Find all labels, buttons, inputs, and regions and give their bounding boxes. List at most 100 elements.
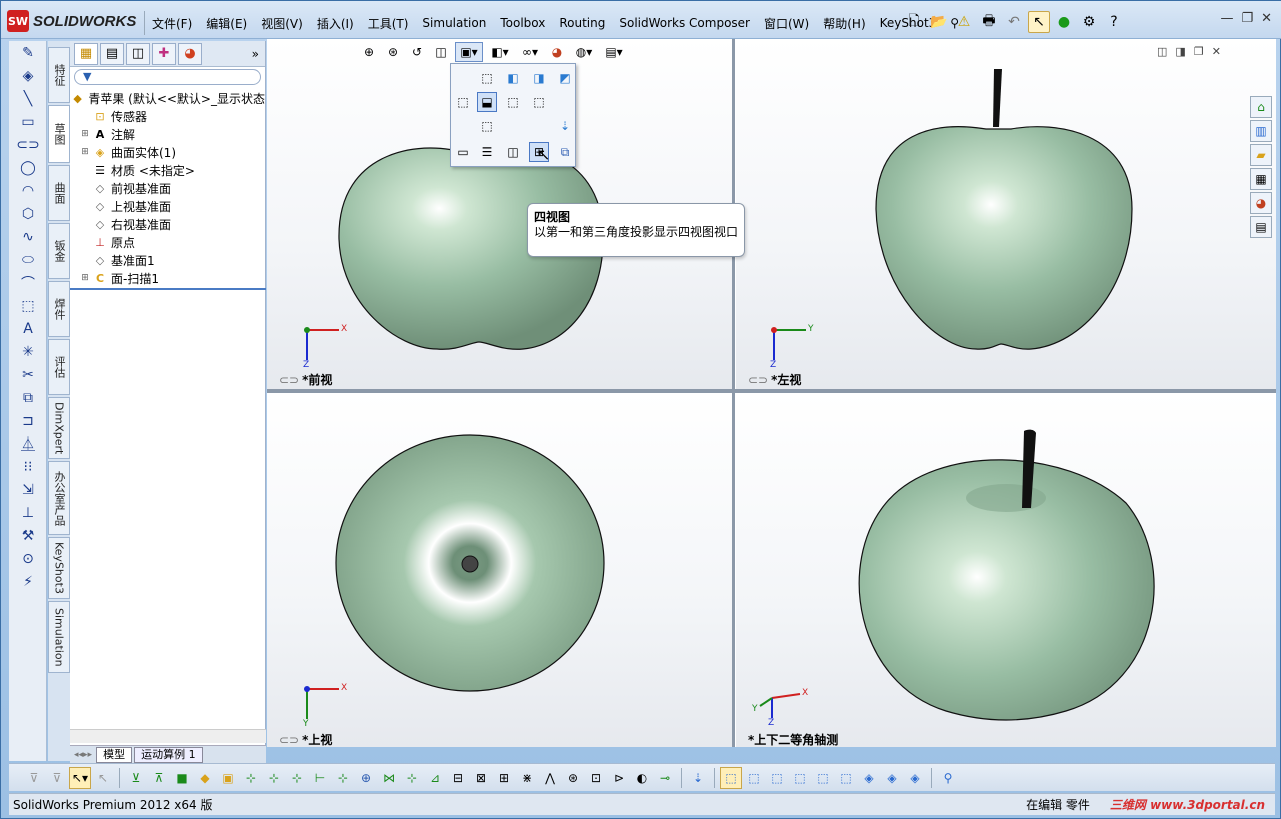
menu-tools[interactable]: 工具(T) [361, 15, 416, 32]
text-icon[interactable]: A [13, 318, 43, 340]
quick-snaps-icon[interactable]: ⊙ [13, 548, 43, 570]
menu-view[interactable]: 视图(V) [254, 15, 310, 32]
menu-toolbox[interactable]: Toolbox [493, 16, 552, 30]
display-style-icon[interactable]: ◧▾ [487, 42, 513, 62]
appearances-icon[interactable]: ◕ [1250, 192, 1272, 214]
line-icon[interactable]: ╲ [13, 88, 43, 110]
property-manager-tab-icon[interactable]: ▤ [100, 42, 124, 65]
tab-sheet-metal[interactable]: 钣金 [48, 223, 70, 279]
menu-file[interactable]: 文件(F) [145, 15, 199, 32]
filter-gtol-icon[interactable]: ⊿ [424, 767, 446, 789]
filter-toggle-icon[interactable]: ⊽ [46, 767, 68, 789]
filter-datum-targets-icon[interactable]: ⊛ [562, 767, 584, 789]
solidworks-resources-icon[interactable]: ⌂ [1250, 96, 1272, 118]
tree-item-annotations[interactable]: ⊞ A 注解 [70, 125, 265, 143]
open-folder-icon[interactable]: 📂 [928, 11, 950, 33]
expand-icon[interactable]: ⊞ [80, 147, 90, 157]
section-view-icon[interactable]: ◫ [431, 42, 451, 62]
viewport-left[interactable]: Y Z ⊂⊃ *左视 [736, 39, 1276, 389]
new-document-icon[interactable]: 🗋 [903, 11, 925, 33]
feature-filter[interactable]: ▼ [74, 69, 261, 85]
tab-sketch[interactable]: 草图 [48, 105, 70, 163]
move-entities-icon[interactable]: ⇲ [13, 479, 43, 501]
tab-evaluate[interactable]: 评估 [48, 339, 70, 395]
single-view-icon[interactable]: ▭ [453, 142, 473, 162]
zoom-to-area-icon[interactable]: ⊛ [383, 42, 403, 62]
graphics-area[interactable]: X Z ⊂⊃ *前视 Y Z ⊂⊃ *左视 X Y ⊂⊃ *上视 X Z Y *… [267, 39, 1276, 747]
previous-view-icon[interactable]: ↺ [407, 42, 427, 62]
sketch-icon[interactable]: ✎ [13, 42, 43, 64]
filter-routing-icon[interactable]: ⊸ [654, 767, 676, 789]
viewport-restore-icon[interactable]: ❐ [1194, 45, 1204, 58]
view-front-icon[interactable]: ⬚ [453, 92, 473, 112]
filter-notes-icon[interactable]: ⊹ [332, 767, 354, 789]
zoom-to-fit-icon[interactable]: ⊕ [359, 42, 379, 62]
view-right-icon[interactable]: ◨ [529, 68, 549, 88]
tree-item-surface-sweep1[interactable]: ⊞ C 面-扫描1 [70, 269, 265, 287]
tab-motion-study[interactable]: 运动算例 1 [134, 746, 203, 763]
std-view-top-icon[interactable]: ⬚ [812, 767, 834, 789]
view-orientation-icon[interactable]: ▣▾ [455, 42, 483, 62]
dimxpert-tab-icon[interactable]: ✚ [152, 42, 176, 65]
normal-to-icon[interactable]: ⇣ [555, 116, 575, 136]
filter-planes-icon[interactable]: ⊹ [263, 767, 285, 789]
tree-item-right-plane[interactable]: ◇ 右视基准面 [70, 215, 265, 233]
solidworks-logo[interactable]: SW SOLIDWORKS [7, 9, 136, 33]
view-isometric-icon[interactable]: ⬚ [503, 92, 523, 112]
mirror-icon[interactable]: ⏅ [13, 433, 43, 455]
spline-icon[interactable]: ∿ [13, 226, 43, 248]
rapid-sketch-icon[interactable]: ⚡ [13, 571, 43, 593]
fillet-icon[interactable]: ⌒ [13, 272, 43, 294]
std-view-bottom-icon[interactable]: ⬚ [835, 767, 857, 789]
repair-sketch-icon[interactable]: ⚒ [13, 525, 43, 547]
tab-office-products[interactable]: 办公室产品 [48, 461, 70, 535]
edit-appearance-icon[interactable]: ◕ [547, 42, 567, 62]
arc-icon[interactable]: ◠ [13, 180, 43, 202]
viewport-isometric[interactable]: X Z Y *上下二等角轴测 [736, 393, 1276, 747]
tree-root[interactable]: ◆ 青苹果 (默认<<默认>_显示状态 [70, 89, 265, 107]
filter-balloons-icon[interactable]: ⊞ [493, 767, 515, 789]
undo-icon[interactable]: ↶ [1003, 11, 1025, 33]
std-view-iso-icon[interactable]: ◈ [858, 767, 880, 789]
expand-icon[interactable]: ⊞ [80, 129, 90, 139]
file-explorer-icon[interactable]: ▰ [1250, 144, 1272, 166]
view-bottom-icon[interactable]: ⬓ [477, 92, 497, 112]
point-icon[interactable]: ✳ [13, 341, 43, 363]
plane-sketch-icon[interactable]: ⬚ [13, 295, 43, 317]
select-other-icon[interactable]: ↖ [92, 767, 114, 789]
minimize-icon[interactable]: — [1220, 11, 1233, 26]
display-relations-icon[interactable]: ⊥ [13, 502, 43, 524]
polygon-icon[interactable]: ⬡ [13, 203, 43, 225]
std-view-trimetric-icon[interactable]: ◈ [881, 767, 903, 789]
custom-properties-icon[interactable]: ▤ [1250, 216, 1272, 238]
filter-bodies-icon[interactable]: ▣ [217, 767, 239, 789]
rebuild-warning-icon[interactable]: ⚠ [953, 11, 975, 33]
tab-features[interactable]: 特征 [48, 47, 70, 103]
convert-entities-icon[interactable]: ⧉ [13, 387, 43, 409]
view-left-icon[interactable]: ◧ [503, 68, 523, 88]
offset-icon[interactable]: ⊐ [13, 410, 43, 432]
circle-icon[interactable]: ◯ [13, 157, 43, 179]
viewport-split-icon[interactable]: ◨ [1175, 45, 1185, 58]
filter-edges-icon[interactable]: ⊼ [148, 767, 170, 789]
viewport-top[interactable]: X Y ⊂⊃ *上视 [267, 393, 732, 747]
filter-center-marks-icon[interactable]: ⋇ [516, 767, 538, 789]
view-dimetric-icon[interactable]: ⬚ [477, 116, 497, 136]
select-icon[interactable]: ↖▾ [69, 766, 91, 789]
display-manager-tab-icon[interactable]: ◕ [178, 42, 202, 65]
menu-edit[interactable]: 编辑(E) [199, 15, 254, 32]
filter-weld-icon[interactable]: ⊹ [401, 767, 423, 789]
filter-features-icon[interactable]: ◆ [194, 767, 216, 789]
ellipse-icon[interactable]: ⬭ [13, 249, 43, 271]
filter-datums-icon[interactable]: ⊕ [355, 767, 377, 789]
std-view-back-icon[interactable]: ⬚ [743, 767, 765, 789]
close-icon[interactable]: ✕ [1261, 11, 1272, 26]
menu-window[interactable]: 窗口(W) [757, 15, 816, 32]
menu-help[interactable]: 帮助(H) [816, 15, 872, 32]
menu-routing[interactable]: Routing [552, 16, 612, 30]
link-views-icon[interactable]: ⊂⊃ [279, 733, 299, 747]
viewport-close-icon[interactable]: ✕ [1212, 45, 1221, 58]
expand-panel-icon[interactable]: » [252, 47, 259, 61]
tree-item-origin[interactable]: ⊥ 原点 [70, 233, 265, 251]
view-back-icon[interactable]: ⬚ [477, 68, 497, 88]
